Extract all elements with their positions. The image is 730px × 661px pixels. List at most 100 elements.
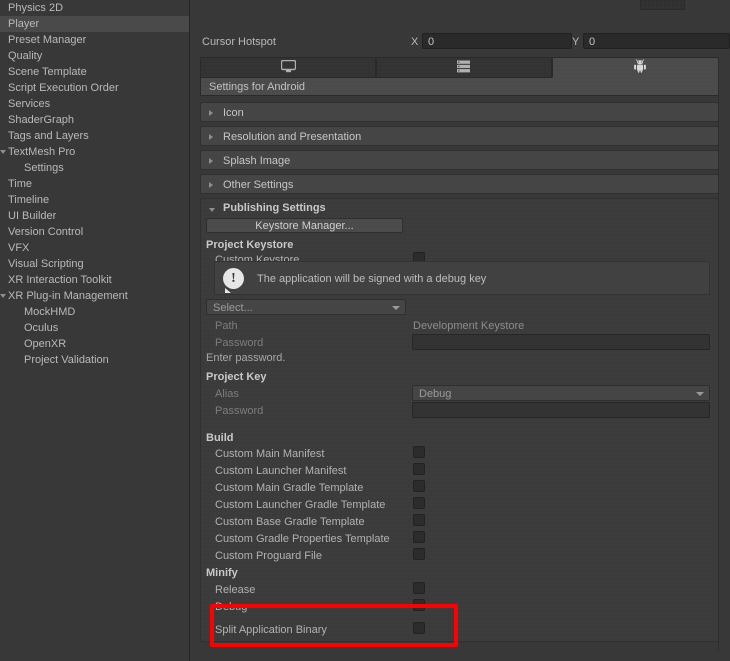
publishing-settings-title[interactable]: Publishing Settings <box>223 202 326 214</box>
settings-category-sidebar[interactable]: Physics 2D Player Preset Manager Quality Sce… <box>0 0 190 661</box>
server-stack-icon <box>457 60 471 76</box>
project-key-alias-dropdown[interactable]: Debug <box>412 385 710 401</box>
minify-header: Minify <box>206 567 238 579</box>
custom-main-gradle-template-label: Custom Main Gradle Template <box>215 482 364 494</box>
sidebar-item-preset-manager[interactable]: Preset Manager <box>0 32 189 48</box>
sidebar-item-services[interactable]: Services <box>0 96 189 112</box>
foldout-icon[interactable]: Icon <box>200 102 719 122</box>
tab-android[interactable] <box>552 57 728 78</box>
chevron-right-icon <box>209 134 213 140</box>
helpbox-text: The application will be signed with a de… <box>257 273 487 285</box>
alias-value: Debug <box>419 388 452 400</box>
sidebar-item-xr-plug-in-management[interactable]: XR Plug-in Management <box>0 288 189 304</box>
custom-launcher-gradle-template-checkbox[interactable] <box>413 497 425 509</box>
sidebar-item-label: ShaderGraph <box>8 114 75 126</box>
player-settings-pane: (Texture 2D) Select Cursor Hotspot X 0 Y… <box>190 0 730 661</box>
keystore-manager-button[interactable]: Keystore Manager... <box>206 218 403 233</box>
sidebar-item-scene-template[interactable]: Scene Template <box>0 64 189 80</box>
foldout-other-settings[interactable]: Other Settings <box>200 174 719 194</box>
foldout-resolution-and-presentation[interactable]: Resolution and Presentation <box>200 126 719 146</box>
sidebar-item-openxr[interactable]: OpenXR <box>0 336 189 352</box>
texture-preview-thumbnail: (Texture 2D) Select <box>640 0 685 10</box>
chevron-down-icon[interactable] <box>0 150 6 157</box>
sidebar-item-tags-and-layers[interactable]: Tags and Layers <box>0 128 189 144</box>
sidebar-item-ui-builder[interactable]: UI Builder <box>0 208 189 224</box>
custom-gradle-properties-template-checkbox[interactable] <box>413 531 425 543</box>
sidebar-item-mockhmd[interactable]: MockHMD <box>0 304 189 320</box>
minify-release-checkbox[interactable] <box>413 582 425 594</box>
sidebar-item-label: Settings <box>24 162 64 174</box>
chevron-down-icon[interactable] <box>0 294 6 301</box>
custom-launcher-manifest-checkbox[interactable] <box>413 463 425 475</box>
sidebar-item-player[interactable]: Player <box>0 16 189 32</box>
minify-debug-checkbox[interactable] <box>413 599 425 611</box>
custom-main-gradle-template-checkbox[interactable] <box>413 480 425 492</box>
foldout-label: Icon <box>223 107 244 119</box>
chevron-down-icon[interactable] <box>209 208 215 212</box>
foldout-splash-image[interactable]: Splash Image <box>200 150 719 170</box>
sidebar-item-oculus[interactable]: Oculus <box>0 320 189 336</box>
vertical-scrollbar[interactable] <box>718 57 729 655</box>
split-application-binary-checkbox[interactable] <box>413 622 425 634</box>
foldout-label: Resolution and Presentation <box>223 131 362 143</box>
chevron-down-icon <box>696 392 704 396</box>
chevron-right-icon <box>209 110 213 116</box>
hotspot-x-input[interactable]: 0 <box>422 33 572 49</box>
tab-standalone[interactable] <box>200 57 376 78</box>
keystore-password-input[interactable] <box>412 334 710 350</box>
sidebar-item-visual-scripting[interactable]: Visual Scripting <box>0 256 189 272</box>
sidebar-item-label: Preset Manager <box>8 34 87 46</box>
custom-base-gradle-template-checkbox[interactable] <box>413 514 425 526</box>
sidebar-item-script-execution-order[interactable]: Script Execution Order <box>0 80 189 96</box>
project-key-alias-label: Alias <box>215 388 239 400</box>
sidebar-item-label: Physics 2D <box>8 2 64 14</box>
custom-main-manifest-checkbox[interactable] <box>413 446 425 458</box>
minify-release-label: Release <box>215 584 256 596</box>
keystore-password-label: Password <box>215 337 264 349</box>
sidebar-item-label: Time <box>8 178 33 190</box>
foldout-label: Other Settings <box>223 179 294 191</box>
hotspot-y-input[interactable]: 0 <box>583 33 730 49</box>
project-keystore-header: Project Keystore <box>206 239 294 251</box>
keystore-select-value: Select... <box>213 302 253 314</box>
sidebar-item-physics-2d[interactable]: Physics 2D <box>0 0 189 16</box>
sidebar-item-label: VFX <box>8 242 30 254</box>
settings-for-label: Settings for Android <box>200 78 728 96</box>
sidebar-item-settings[interactable]: Settings <box>0 160 189 176</box>
sidebar-item-shadergraph[interactable]: ShaderGraph <box>0 112 189 128</box>
platform-tab-bar[interactable] <box>200 57 728 78</box>
custom-main-manifest-label: Custom Main Manifest <box>215 448 325 460</box>
sidebar-item-label: UI Builder <box>8 210 57 222</box>
custom-launcher-manifest-label: Custom Launcher Manifest <box>215 465 347 477</box>
custom-proguard-file-checkbox[interactable] <box>413 548 425 560</box>
exclamation-glyph: ! <box>231 271 236 286</box>
keystore-select-dropdown[interactable]: Select... <box>206 299 406 315</box>
sidebar-item-label: OpenXR <box>24 338 67 350</box>
monitor-icon <box>280 59 296 76</box>
debug-key-helpbox: ! The application will be signed with a … <box>214 261 710 295</box>
sidebar-item-label: Services <box>8 98 51 110</box>
sidebar-item-quality[interactable]: Quality <box>0 48 189 64</box>
android-robot-icon <box>633 59 647 76</box>
sidebar-item-version-control[interactable]: Version Control <box>0 224 189 240</box>
sidebar-item-timeline[interactable]: Timeline <box>0 192 189 208</box>
sidebar-item-label: Script Execution Order <box>8 82 119 94</box>
sidebar-item-project-validation[interactable]: Project Validation <box>0 352 189 368</box>
sidebar-item-xr-interaction-toolkit[interactable]: XR Interaction Toolkit <box>0 272 189 288</box>
hotspot-y-label: Y <box>572 36 580 48</box>
project-key-header: Project Key <box>206 371 267 383</box>
sidebar-item-textmesh-pro[interactable]: TextMesh Pro <box>0 144 189 160</box>
custom-proguard-file-label: Custom Proguard File <box>215 550 322 562</box>
foldout-label: Splash Image <box>223 155 291 167</box>
sidebar-item-label: Quality <box>8 50 43 62</box>
tab-dedicated-server[interactable] <box>376 57 552 78</box>
project-key-password-input[interactable] <box>412 402 710 418</box>
cursor-hotspot-row: Cursor Hotspot X 0 Y 0 <box>190 33 730 53</box>
password-hint: Enter password. <box>206 352 286 364</box>
sidebar-item-label: Tags and Layers <box>8 130 89 142</box>
sidebar-item-label: Timeline <box>8 194 50 206</box>
sidebar-item-time[interactable]: Time <box>0 176 189 192</box>
minify-debug-label: Debug <box>215 601 248 613</box>
sidebar-item-vfx[interactable]: VFX <box>0 240 189 256</box>
foldout-publishing-settings: Publishing Settings Keystore Manager... … <box>200 198 719 642</box>
